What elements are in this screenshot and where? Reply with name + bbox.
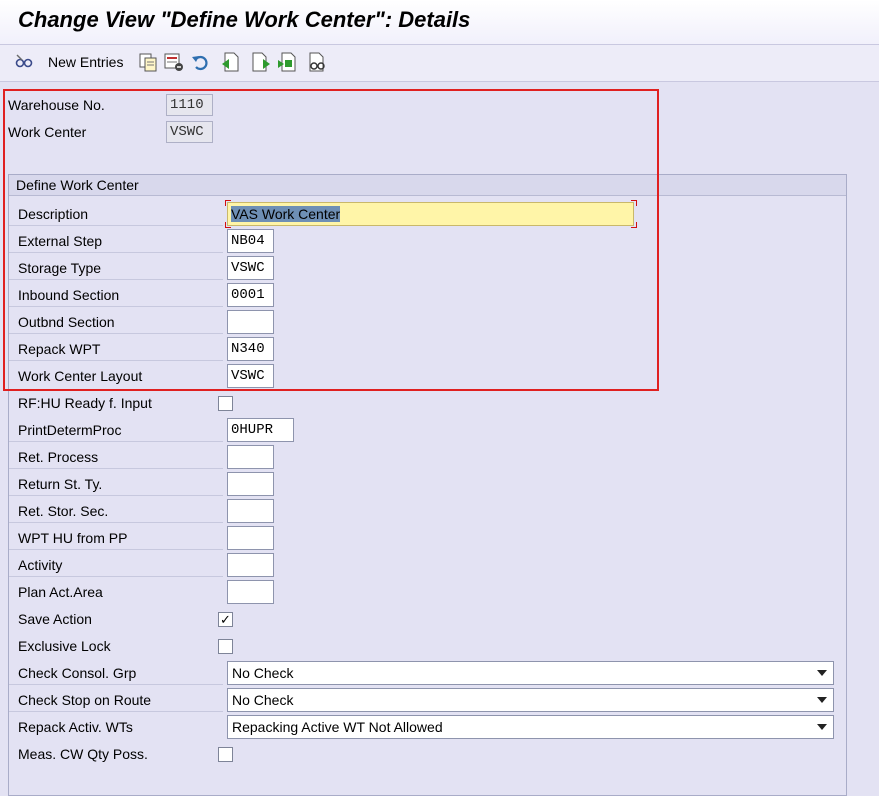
activity-label: Activity [18,557,63,573]
row-divider [9,333,223,334]
inbound-section-label: Inbound Section [18,287,120,303]
description-field[interactable]: VAS Work Center [227,202,634,226]
ret-process-field[interactable] [227,445,274,469]
exclusive-lock-label: Exclusive Lock [18,638,111,654]
wpt-hu-from-pp-field[interactable] [227,526,274,550]
meas-cw-qty-checkbox[interactable] [218,747,233,762]
wpt-hu-from-pp-label: WPT HU from PP [18,530,128,546]
work-center-layout-field[interactable]: VSWC [227,364,274,388]
description-value: VAS Work Center [231,206,341,222]
repack-activ-wts-label: Repack Activ. WTs [18,719,133,735]
storage-type-label: Storage Type [18,260,102,276]
check-consol-grp-value: No Check [232,665,294,681]
plan-act-area-field[interactable] [227,580,274,604]
outbnd-section-label: Outbnd Section [18,314,115,330]
ret-stor-sec-label: Ret. Stor. Sec. [18,503,109,519]
row-divider [9,252,223,253]
check-stop-route-dropdown[interactable]: No Check [227,688,834,712]
focus-corner [225,222,231,228]
outbnd-section-field[interactable] [227,310,274,334]
return-st-ty-label: Return St. Ty. [18,476,103,492]
work-center-field[interactable]: VSWC [166,121,213,143]
ret-process-label: Ret. Process [18,449,99,465]
check-stop-route-value: No Check [232,692,294,708]
row-divider [9,360,223,361]
description-label: Description [18,206,89,222]
row-divider [9,711,223,712]
external-step-label: External Step [18,233,103,249]
focus-corner [631,222,637,228]
repack-wpt-label: Repack WPT [18,341,101,357]
repack-activ-wts-value: Repacking Active WT Not Allowed [232,719,443,735]
warehouse-field[interactable]: 1110 [166,94,213,116]
inbound-section-field[interactable]: 0001 [227,283,274,307]
ret-stor-sec-field[interactable] [227,499,274,523]
group-title: Define Work Center [16,177,139,193]
warehouse-label: Warehouse No. [8,97,105,113]
undo-icon[interactable] [190,51,212,73]
chevron-down-icon[interactable] [817,697,827,703]
new-entries-button[interactable]: New Entries [48,54,123,70]
row-divider [9,441,223,442]
storage-type-field[interactable]: VSWC [227,256,274,280]
rf-hu-ready-checkbox[interactable] [218,396,233,411]
chevron-down-icon[interactable] [817,670,827,676]
row-divider [9,549,223,550]
check-stop-route-label: Check Stop on Route [18,692,152,708]
save-action-label: Save Action [18,611,92,627]
other-entry-icon[interactable] [306,51,328,73]
row-divider [9,684,223,685]
work-center-layout-label: Work Center Layout [18,368,143,384]
external-step-field[interactable]: NB04 [227,229,274,253]
row-divider [9,576,223,577]
row-divider [9,495,223,496]
activity-field[interactable] [227,553,274,577]
application-toolbar: New Entries [0,45,879,82]
plan-act-area-label: Plan Act.Area [18,584,103,600]
repack-wpt-field[interactable]: N340 [227,337,274,361]
edit-glasses-icon[interactable] [13,51,35,73]
row-divider [9,522,223,523]
exclusive-lock-checkbox[interactable] [218,639,233,654]
rf-hu-ready-label: RF:HU Ready f. Input [18,395,152,411]
focus-corner [225,200,231,206]
save-action-checkbox[interactable]: ✓ [218,612,233,627]
delete-icon[interactable] [163,51,185,73]
check-consol-grp-label: Check Consol. Grp [18,665,137,681]
previous-entry-icon[interactable] [220,51,242,73]
repack-activ-wts-dropdown[interactable]: Repacking Active WT Not Allowed [227,715,834,739]
row-divider [9,306,223,307]
row-divider [9,468,223,469]
focus-corner [631,200,637,206]
row-divider [9,225,223,226]
return-st-ty-field[interactable] [227,472,274,496]
group-header: Define Work Center [9,175,846,196]
check-consol-grp-dropdown[interactable]: No Check [227,661,834,685]
work-center-label: Work Center [8,124,87,140]
row-divider [9,279,223,280]
title-bar: Change View "Define Work Center": Detail… [0,0,879,45]
print-determ-proc-label: PrintDetermProc [18,422,122,438]
transport-icon[interactable] [276,51,298,73]
page-title: Change View "Define Work Center": Detail… [18,7,471,32]
chevron-down-icon[interactable] [817,724,827,730]
print-determ-proc-field[interactable]: 0HUPR [227,418,294,442]
meas-cw-qty-label: Meas. CW Qty Poss. [18,746,148,762]
next-entry-icon[interactable] [250,51,272,73]
copy-icon[interactable] [137,51,159,73]
